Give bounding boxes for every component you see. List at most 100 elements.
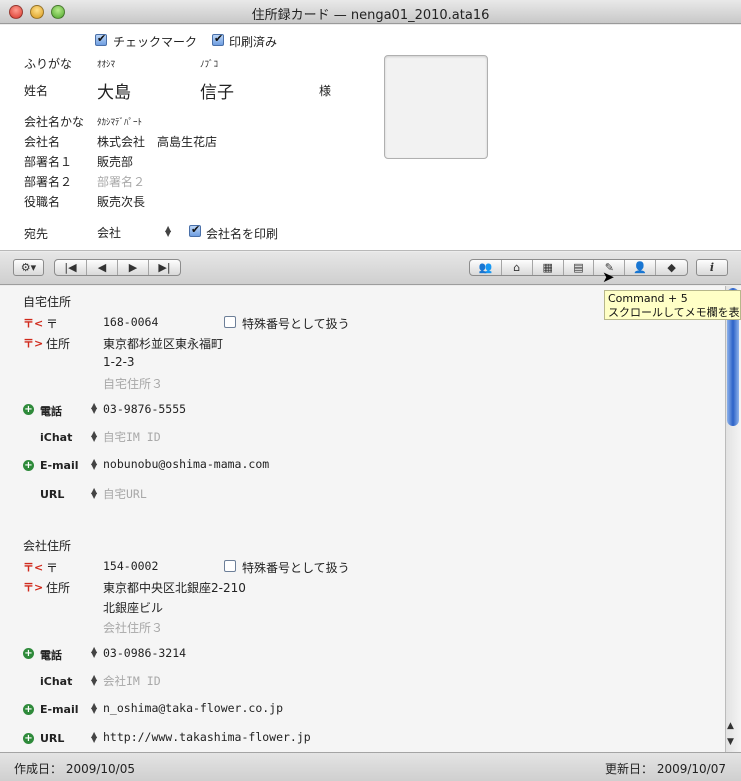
- work-url-type-arrows-icon[interactable]: ▲ ▼: [91, 731, 97, 744]
- dept2-label: 部署名２: [24, 175, 73, 189]
- furigana-label: ふりがな: [24, 57, 73, 71]
- company-kana-field[interactable]: ﾀｶｼﾏﾃﾞﾊﾟｰﾄ: [97, 115, 142, 128]
- work-ichat-type-arrows-icon[interactable]: ▲ ▼: [91, 674, 97, 687]
- company-name-label: 会社名: [24, 135, 61, 149]
- last-name-field[interactable]: 大島: [97, 78, 131, 103]
- work-ichat-label: iChat: [40, 675, 73, 688]
- address-to-label: 宛先: [24, 227, 49, 241]
- photo-well[interactable]: [384, 55, 488, 159]
- work-ichat-field[interactable]: 会社IM ID: [103, 673, 161, 689]
- job-title-label: 役職名: [24, 195, 61, 209]
- tag-icon[interactable]: ◆: [656, 260, 687, 275]
- home-section-header: 自宅住所: [23, 295, 72, 309]
- tooltip-shortcut: Command + 5: [608, 292, 688, 305]
- dept1-field[interactable]: 販売部: [97, 153, 133, 170]
- work-add-url-icon[interactable]: +: [23, 733, 34, 744]
- family-icon[interactable]: 👥: [470, 260, 502, 275]
- navigation-segmented-control: |◀ ◀ ▶ ▶|: [54, 259, 181, 276]
- work-email-field[interactable]: n_oshima@taka-flower.co.jp: [103, 701, 283, 715]
- work-url-label: URL: [40, 732, 65, 745]
- home-ichat-field[interactable]: 自宅IM ID: [103, 429, 161, 445]
- printed-label: 印刷済み: [229, 35, 278, 49]
- first-name-field[interactable]: 信子: [200, 78, 234, 103]
- building-icon[interactable]: ▦: [533, 260, 564, 275]
- work-address2-field[interactable]: 北銀座ビル: [103, 599, 163, 616]
- home-phone-label: 電話: [40, 405, 62, 418]
- work-phone-field[interactable]: 03-0986-3214: [103, 646, 186, 660]
- home-url-label: URL: [40, 488, 65, 501]
- mouse-cursor-icon: ➤: [602, 268, 615, 286]
- tooltip-description: スクロールしてメモ欄を表示: [608, 306, 741, 319]
- print-company-checkbox[interactable]: [189, 223, 201, 237]
- job-title-field[interactable]: 販売次長: [97, 193, 145, 210]
- home-postal-field[interactable]: 168-0064: [103, 315, 158, 329]
- work-special-number-checkbox[interactable]: [224, 560, 236, 572]
- postal-lookup-icon[interactable]: 〒<: [23, 315, 43, 331]
- dept2-field[interactable]: 部署名２: [97, 173, 145, 190]
- person-icon[interactable]: 👤: [625, 260, 657, 275]
- furigana-first-field[interactable]: ﾉﾌﾞｺ: [200, 57, 218, 70]
- furigana-last-field[interactable]: ｵｵｼﾏ: [97, 57, 115, 70]
- work-special-number-label: 特殊番号として扱う: [242, 561, 350, 575]
- home-address1-field[interactable]: 東京都杉並区東永福町: [103, 335, 223, 352]
- work-phone-type-arrows-icon[interactable]: ▲ ▼: [91, 646, 97, 659]
- created-date: 作成日： 2009/10/05: [14, 762, 135, 776]
- print-company-label: 会社名を印刷: [206, 227, 279, 241]
- company-kana-label: 会社名かな: [24, 115, 85, 129]
- ichat-type-arrows-icon[interactable]: ▲ ▼: [91, 430, 97, 443]
- work-url-field[interactable]: http://www.takashima-flower.jp: [103, 730, 311, 744]
- home-url-field[interactable]: 自宅URL: [103, 486, 147, 502]
- checkmark-label: チェックマーク: [113, 35, 198, 49]
- name-label: 姓名: [24, 84, 49, 98]
- first-record-icon[interactable]: |◀: [55, 260, 87, 275]
- scroll-up-arrow-icon[interactable]: ▲: [727, 721, 734, 731]
- email-type-arrows-icon[interactable]: ▲ ▼: [91, 458, 97, 471]
- updated-date: 更新日： 2009/10/07: [605, 762, 726, 776]
- company-name-field[interactable]: 株式会社 高島生花店: [97, 133, 217, 150]
- info-button[interactable]: i: [696, 259, 728, 276]
- home-special-number-checkbox[interactable]: [224, 316, 236, 328]
- card-icon[interactable]: ▤: [564, 260, 595, 275]
- work-add-email-icon[interactable]: +: [23, 704, 34, 715]
- last-record-icon[interactable]: ▶|: [149, 260, 180, 275]
- home-email-label: E-mail: [40, 459, 79, 472]
- home-email-field[interactable]: nobunobu@oshima-mama.com: [103, 457, 269, 471]
- honorific-field[interactable]: 様: [319, 82, 331, 99]
- add-phone-icon[interactable]: +: [23, 404, 34, 415]
- work-postal-label: 〒: [46, 561, 59, 575]
- home-address-label: 住所: [46, 337, 71, 351]
- add-email-icon[interactable]: +: [23, 460, 34, 471]
- work-address1-field[interactable]: 東京都中央区北銀座2-210: [103, 579, 246, 596]
- scroll-down-arrow-icon[interactable]: ▼: [727, 737, 734, 747]
- work-postal-field[interactable]: 154-0002: [103, 559, 158, 573]
- home-phone-field[interactable]: 03-9876-5555: [103, 402, 186, 416]
- checkmark-checkbox[interactable]: [95, 32, 107, 46]
- work-email-label: E-mail: [40, 703, 79, 716]
- action-menu-button[interactable]: ⚙▾: [13, 259, 44, 276]
- work-phone-label: 電話: [40, 649, 62, 662]
- next-record-icon[interactable]: ▶: [118, 260, 149, 275]
- address-to-value: 会社: [97, 226, 122, 240]
- home-address2-field[interactable]: 1-2-3: [103, 355, 135, 369]
- tooltip: Command + 5 スクロールしてメモ欄を表示: [604, 290, 741, 320]
- home-icon[interactable]: ⌂: [502, 260, 533, 275]
- home-postal-label: 〒: [46, 317, 59, 331]
- phone-type-arrows-icon[interactable]: ▲ ▼: [91, 402, 97, 415]
- work-email-type-arrows-icon[interactable]: ▲ ▼: [91, 702, 97, 715]
- printed-checkbox[interactable]: [212, 32, 224, 46]
- work-address-label: 住所: [46, 581, 71, 595]
- previous-record-icon[interactable]: ◀: [87, 260, 118, 275]
- work-postal-lookup-icon[interactable]: 〒<: [23, 559, 43, 575]
- url-type-arrows-icon[interactable]: ▲ ▼: [91, 487, 97, 500]
- window-title: 住所録カード — nenga01_2010.ata16: [251, 8, 490, 23]
- view-segmented-control: 👥 ⌂ ▦ ▤ ✎ 👤 ◆: [469, 259, 688, 276]
- address-to-popup[interactable]: 会社 ▲ ▼: [93, 222, 175, 241]
- home-ichat-label: iChat: [40, 431, 73, 444]
- home-address3-field[interactable]: 自宅住所３: [103, 375, 163, 392]
- popup-arrows-icon: ▲ ▼: [165, 224, 172, 238]
- dept1-label: 部署名１: [24, 155, 73, 169]
- work-add-phone-icon[interactable]: +: [23, 648, 34, 659]
- work-address3-field[interactable]: 会社住所３: [103, 619, 163, 636]
- work-address-lookup-icon[interactable]: 〒>: [23, 579, 43, 595]
- address-lookup-icon[interactable]: 〒>: [23, 335, 43, 351]
